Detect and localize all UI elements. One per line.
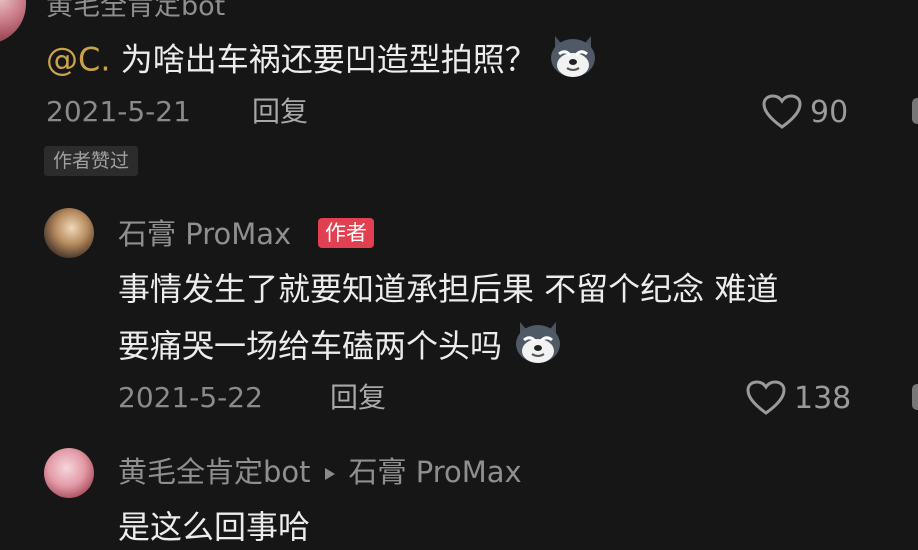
mention-link[interactable]: @C. bbox=[46, 41, 111, 79]
reply2-username[interactable]: 黄毛全肯定bot bbox=[118, 452, 311, 492]
author-tag: 作者 bbox=[318, 218, 374, 248]
reply-text-line2: 要痛哭一场给车磕两个头吗 bbox=[118, 318, 564, 378]
reply-text-line1: 事情发生了就要知道承担后果 不留个纪念 难道 bbox=[118, 270, 779, 308]
husky-emoji-icon bbox=[512, 318, 564, 378]
reply2-header: 黄毛全肯定bot 石膏 ProMax bbox=[118, 452, 522, 492]
reply-reply-button[interactable]: 回复 bbox=[330, 378, 386, 418]
author-liked-badge: 作者赞过 bbox=[44, 146, 139, 176]
more-icon[interactable] bbox=[912, 98, 918, 124]
comment-reply-button[interactable]: 回复 bbox=[252, 92, 308, 132]
reply-username[interactable]: 石膏 ProMax bbox=[118, 214, 291, 254]
comment-like-count: 90 bbox=[810, 94, 849, 130]
comment-thread: 黄毛全肯定bot @C. 为啥出车祸还要凹造型拍照？ 2021-5-21 回复 … bbox=[0, 0, 918, 550]
reply-arrow-icon bbox=[323, 452, 337, 492]
reply-text-line2-content: 要痛哭一场给车磕两个头吗 bbox=[118, 327, 503, 365]
reply-like-button[interactable]: 138 bbox=[746, 378, 851, 418]
comment-username[interactable]: 黄毛全肯定bot bbox=[46, 0, 225, 23]
comment-text: @C. 为啥出车祸还要凹造型拍照？ bbox=[46, 32, 599, 91]
author-avatar[interactable] bbox=[44, 208, 94, 258]
more-icon[interactable] bbox=[912, 384, 918, 410]
reply2-avatar[interactable] bbox=[44, 448, 94, 498]
reply2-target-username[interactable]: 石膏 ProMax bbox=[349, 452, 522, 492]
heart-icon bbox=[746, 380, 786, 416]
reply2-text: 是这么回事哈 bbox=[118, 508, 311, 546]
comment-date: 2021-5-21 bbox=[46, 95, 191, 128]
commenter-avatar[interactable] bbox=[0, 0, 26, 44]
reply-date: 2021-5-22 bbox=[118, 381, 263, 414]
reply-like-count: 138 bbox=[794, 380, 852, 416]
heart-icon bbox=[762, 94, 802, 130]
husky-emoji-icon bbox=[547, 32, 599, 91]
comment-body: 为啥出车祸还要凹造型拍照？ bbox=[110, 40, 537, 79]
comment-like-button[interactable]: 90 bbox=[762, 92, 848, 132]
